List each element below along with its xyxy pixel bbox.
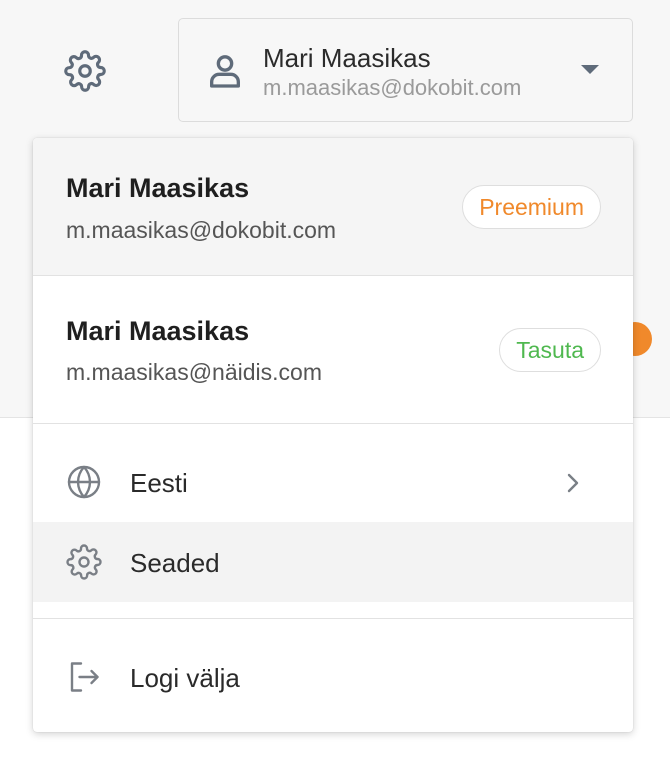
user-icon [210, 55, 240, 88]
gear-icon [66, 544, 102, 580]
plan-badge-free: Tasuta [499, 328, 601, 372]
account-name: Mari Maasikas [66, 173, 250, 203]
selected-account-name: Mari Maasikas [263, 43, 431, 73]
menu-item-language[interactable]: Eesti [33, 442, 633, 522]
account-selector-dropdown[interactable]: Mari Maasikas m.maasikas@dokobit.com [178, 18, 633, 122]
page: Mari Maasikas m.maasikas@dokobit.com Mar… [0, 0, 670, 764]
account-menu: Mari Maasikas m.maasikas@dokobit.com Pre… [33, 138, 633, 732]
logout-icon [70, 662, 99, 692]
gear-icon [64, 50, 106, 92]
account-email: m.maasikas@dokobit.com [66, 217, 337, 243]
globe-icon [67, 465, 101, 499]
account-name: Mari Maasikas [66, 316, 250, 346]
account-option-dokobit[interactable]: Mari Maasikas m.maasikas@dokobit.com Pre… [33, 138, 633, 276]
menu-item-logout[interactable]: Logi välja [33, 637, 633, 717]
account-email: m.maasikas@näidis.com [66, 359, 322, 385]
plan-badge-premium: Preemium [462, 185, 601, 229]
caret-down-icon [581, 65, 599, 74]
account-option-naidis[interactable]: Mari Maasikas m.maasikas@näidis.com Tasu… [33, 277, 633, 424]
menu-item-label: Seaded [130, 548, 220, 578]
selected-account-email: m.maasikas@dokobit.com [263, 75, 522, 100]
chevron-right-icon [567, 473, 579, 493]
menu-item-label: Eesti [130, 468, 188, 498]
menu-item-label: Logi välja [130, 663, 240, 693]
menu-item-settings[interactable]: Seaded [33, 522, 633, 602]
settings-button[interactable] [63, 49, 107, 93]
menu-divider [33, 618, 633, 619]
